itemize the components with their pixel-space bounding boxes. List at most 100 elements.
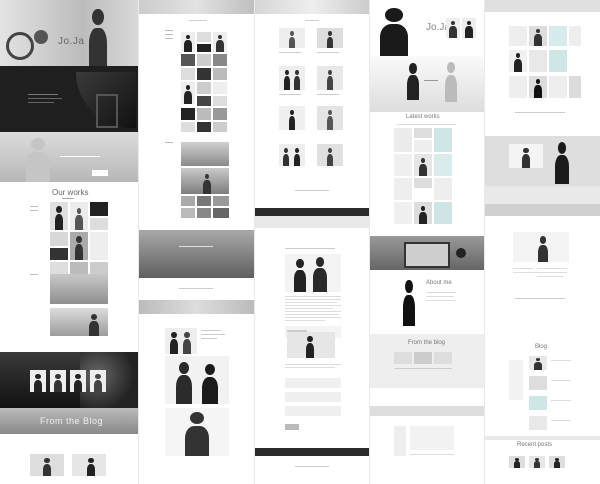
work-tile[interactable]	[90, 262, 108, 274]
recent-thumb[interactable]	[529, 456, 545, 468]
team-member-1[interactable]	[30, 370, 46, 392]
gallery-tile[interactable]	[181, 108, 195, 120]
work-tile[interactable]	[394, 128, 412, 152]
work-tile[interactable]	[70, 262, 88, 274]
work-tile[interactable]	[414, 178, 432, 188]
gallery-tile[interactable]	[213, 96, 227, 106]
gallery-tile-wide[interactable]	[181, 168, 229, 194]
work-tile[interactable]	[50, 248, 68, 260]
post-thumb[interactable]	[279, 106, 305, 130]
recent-thumb[interactable]	[509, 456, 525, 468]
work-tile[interactable]	[434, 202, 452, 224]
shop-item[interactable]	[569, 76, 581, 98]
work-tile-wide[interactable]	[50, 308, 108, 336]
post-thumb[interactable]	[317, 66, 343, 90]
work-tile[interactable]	[414, 128, 432, 138]
gallery-tile[interactable]	[181, 82, 195, 104]
shop-item[interactable]	[549, 76, 567, 98]
post-thumb[interactable]	[317, 144, 343, 166]
gallery-tile[interactable]	[181, 196, 195, 206]
gallery-tile[interactable]	[213, 82, 227, 94]
comment-box[interactable]	[285, 378, 341, 388]
gallery-tile[interactable]	[197, 82, 211, 94]
gallery-tile[interactable]	[197, 68, 211, 80]
gallery-tile[interactable]	[197, 54, 211, 66]
gallery-tile[interactable]	[181, 68, 195, 80]
blog-thumb[interactable]	[434, 352, 452, 364]
work-tile[interactable]	[434, 178, 452, 200]
submit-button[interactable]	[285, 424, 299, 430]
blog-thumb[interactable]	[414, 352, 432, 364]
work-tile[interactable]	[394, 202, 412, 224]
work-tile[interactable]	[394, 178, 412, 200]
team-photo[interactable]	[165, 328, 197, 354]
blog-thumb[interactable]	[529, 396, 547, 410]
post-thumb[interactable]	[317, 106, 343, 130]
feature-photo[interactable]	[165, 408, 229, 456]
view-button[interactable]	[92, 170, 108, 176]
work-tile[interactable]	[90, 232, 108, 260]
team-member-3[interactable]	[70, 370, 86, 392]
work-tile[interactable]	[50, 202, 68, 230]
work-tile[interactable]	[90, 202, 108, 216]
gallery-tile[interactable]	[197, 32, 211, 42]
hero-thumb[interactable]	[462, 18, 476, 38]
gallery-tile[interactable]	[213, 108, 227, 120]
gallery-tile[interactable]	[197, 122, 211, 132]
work-tile[interactable]	[414, 154, 432, 176]
shop-item[interactable]	[529, 50, 547, 72]
post-thumb[interactable]	[279, 66, 305, 90]
work-tile[interactable]	[394, 154, 412, 176]
gallery-tile[interactable]	[213, 208, 229, 218]
shop-item[interactable]	[529, 26, 547, 46]
shop-item[interactable]	[529, 76, 547, 98]
work-tile[interactable]	[70, 202, 88, 230]
blog-post-thumb[interactable]	[30, 454, 64, 476]
shop-item[interactable]	[569, 26, 581, 46]
gallery-tile[interactable]	[197, 196, 211, 206]
work-tile[interactable]	[414, 202, 432, 224]
work-tile[interactable]	[90, 218, 108, 230]
comment-box[interactable]	[285, 392, 341, 402]
gallery-tile[interactable]	[213, 122, 227, 132]
post-thumb[interactable]	[279, 144, 305, 166]
blog-thumb[interactable]	[529, 356, 547, 370]
work-tile-wide[interactable]	[50, 274, 108, 304]
gallery-tile[interactable]	[181, 54, 195, 66]
work-tile[interactable]	[50, 232, 68, 246]
post-thumb[interactable]	[279, 28, 305, 48]
post-thumb[interactable]	[317, 28, 343, 48]
work-tile[interactable]	[434, 154, 452, 176]
work-tile[interactable]	[414, 140, 432, 152]
gallery-tile[interactable]	[213, 68, 227, 80]
team-member-2[interactable]	[50, 370, 66, 392]
gallery-tile[interactable]	[213, 32, 227, 52]
gallery-tile[interactable]	[197, 44, 211, 52]
gallery-tile[interactable]	[181, 32, 195, 52]
gallery-tile[interactable]	[213, 196, 229, 206]
gallery-tile[interactable]	[213, 54, 227, 66]
gallery-tile[interactable]	[181, 208, 195, 218]
team-member-4[interactable]	[90, 370, 106, 392]
shop-item[interactable]	[509, 50, 527, 72]
blog-post-thumb[interactable]	[72, 454, 106, 476]
blog-thumb[interactable]	[394, 352, 412, 364]
shop-item[interactable]	[549, 26, 567, 46]
gallery-tile[interactable]	[181, 122, 195, 132]
shop-item[interactable]	[509, 26, 527, 46]
blog-thumb[interactable]	[529, 416, 547, 430]
shop-item[interactable]	[509, 76, 527, 98]
hero-thumb[interactable]	[446, 18, 460, 38]
feature-photo[interactable]	[165, 356, 229, 404]
comment-box[interactable]	[285, 406, 341, 416]
work-tile[interactable]	[434, 128, 452, 152]
recent-thumb[interactable]	[549, 456, 565, 468]
gallery-tile[interactable]	[197, 96, 211, 106]
work-tile[interactable]	[50, 262, 68, 274]
work-tile[interactable]	[70, 232, 88, 260]
gallery-tile[interactable]	[197, 108, 211, 120]
gallery-tile-wide[interactable]	[181, 142, 229, 166]
shop-item[interactable]	[549, 50, 567, 72]
blog-thumb[interactable]	[529, 376, 547, 390]
gallery-tile[interactable]	[197, 208, 211, 218]
